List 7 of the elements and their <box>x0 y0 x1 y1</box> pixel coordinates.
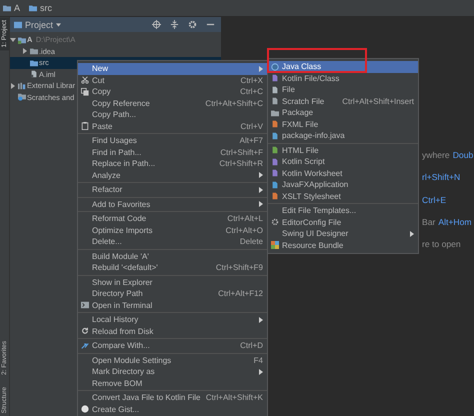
hint-text: ywhere <box>422 150 450 162</box>
shortcut-text: Ctrl+E <box>422 194 446 207</box>
shortcut-text: rl+Shift+N <box>422 172 460 184</box>
hint-text: re to open <box>422 239 461 252</box>
shortcut-text: Doub <box>452 150 474 162</box>
shortcut-text: Alt+Hom <box>438 216 472 229</box>
hint-text: Bar <box>422 216 436 229</box>
